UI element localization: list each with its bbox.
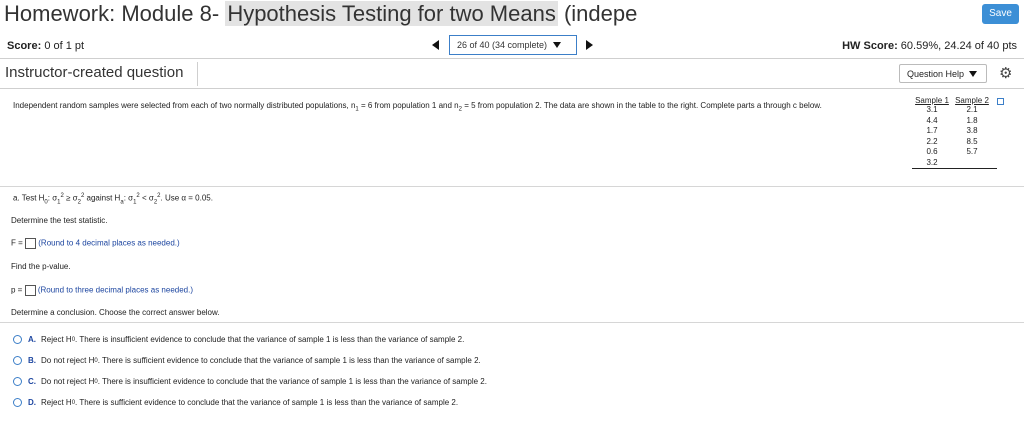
option-text: . There is insufficient evidence to conc… [75,335,465,344]
f-input[interactable] [25,238,37,249]
table-row: 2.2 8.5 [912,137,997,148]
table-row: 3.1 2.1 [912,105,997,116]
subscript: 2 [77,199,81,206]
math-text: ≥ σ [63,193,78,203]
table-row: 1.7 3.8 [912,126,997,137]
question-select-label: 26 of 40 (34 complete) [457,40,548,50]
radio-button[interactable] [13,356,22,365]
question-help-button[interactable]: Question Help [899,64,987,83]
radio-button[interactable] [13,398,22,407]
math-text: against H [84,193,121,203]
score-value: 0 of 1 pt [44,40,85,52]
math-text: < σ [139,193,154,203]
previous-question-icon[interactable] [432,40,439,50]
option-b[interactable]: B. Do not reject H0. There is sufficient… [13,356,481,365]
problem-statement: Independent random samples were selected… [13,97,883,119]
table-cell: 3.1 [926,105,938,114]
table-cell [952,158,992,169]
page-title: Homework: Module 8- Hypothesis Testing f… [4,1,637,27]
intro-text: = 6 from population 1 and n [358,101,459,110]
table-cell: 2.2 [926,136,938,146]
intro-text: Independent random samples were selected… [13,101,356,110]
option-c[interactable]: C. Do not reject H0. There is insufficie… [13,377,487,386]
table-cell: 2.1 [966,105,978,114]
subscript: 1 [133,199,137,206]
chevron-down-icon [969,70,978,77]
option-letter: B. [28,356,36,365]
p-label: p = [11,285,23,295]
option-letter: C. [28,377,36,386]
math-text: . Use α = 0.05. [160,193,213,203]
divider [197,62,198,86]
title-highlight: Hypothesis Testing for two Means [225,1,558,26]
question-navigator: 26 of 40 (34 complete) [432,34,593,56]
question-select[interactable]: 26 of 40 (34 complete) [449,35,577,55]
test-statistic-prompt: Determine the test statistic. [11,216,108,225]
column-header: Sample 2 [955,96,989,105]
subscript: 1 [57,199,61,206]
p-value-prompt: Find the p-value. [11,262,71,271]
next-question-icon[interactable] [586,40,593,50]
question-type: Instructor-created question [5,64,184,81]
option-a[interactable]: A. Reject H0. There is insufficient evid… [13,335,464,344]
radio-button[interactable] [13,335,22,344]
math-text: a. Test H [13,193,45,203]
intro-text: = 5 from population 2. The data are show… [461,101,822,110]
table-cell: 5.7 [966,147,978,156]
radio-button[interactable] [13,377,22,386]
save-button[interactable]: Save [982,4,1019,24]
table-header: Sample 1 Sample 2 [912,96,997,105]
divider [0,186,1024,187]
divider [0,58,1024,59]
subscript: 2 [153,199,158,206]
option-text: Do not reject H [41,377,95,386]
math-text: : σ [123,193,134,203]
option-text: Do not reject H [41,356,95,365]
column-header: Sample 1 [915,96,949,105]
table-cell: 3.2 [926,157,938,167]
f-label: F = [11,238,23,248]
title-suffix: (indepe [557,1,638,26]
copy-icon[interactable] [997,98,1004,105]
table-cell: 1.7 [926,126,938,135]
f-hint: (Round to 4 decimal places as needed.) [38,238,180,248]
table-row: 0.6 5.7 [912,147,997,158]
math-text: : σ [47,193,58,203]
table-cell: 4.4 [926,115,938,125]
question-help-label: Question Help [907,68,965,79]
table-cell: 0.6 [926,147,938,156]
option-letter: A. [28,335,36,344]
divider [0,322,1024,323]
p-row: p = (Round to three decimal places as ne… [11,285,193,296]
hw-score: HW Score: 60.59%, 24.24 of 40 pts [842,40,1017,52]
p-input[interactable] [24,285,36,296]
table-row: 4.4 1.8 [912,116,997,127]
data-table: Sample 1 Sample 2 3.1 2.1 4.4 1.8 1.7 3.8 2… [912,96,1004,169]
table-cell: 8.5 [966,136,978,146]
table-body: 3.1 2.1 4.4 1.8 1.7 3.8 2.2 8.5 0.6 5.7 3.2 [912,105,997,169]
table-row: 3.2 [912,158,997,169]
part-a-prompt: a. Test H0: σ12 ≥ σ22 against Ha: σ12 < … [13,193,213,205]
divider [0,88,1024,89]
p-hint: (Round to three decimal places as needed… [37,285,194,295]
option-text: . There is sufficient evidence to conclu… [75,398,459,407]
title-prefix: Homework: Module 8- [4,1,226,26]
f-row: F = (Round to 4 decimal places as needed… [11,238,180,249]
table-cell: 1.8 [966,115,978,125]
gear-icon[interactable]: ⚙ [999,64,1012,82]
hw-score-label: HW Score: [842,40,898,52]
option-text: . There is insufficient evidence to conc… [97,377,487,386]
conclusion-prompt: Determine a conclusion. Choose the corre… [11,308,220,317]
option-text: . There is sufficient evidence to conclu… [97,356,481,365]
chevron-down-icon [553,42,562,48]
score-label: Score: [7,40,42,52]
table-cell: 3.8 [966,126,978,135]
score: Score: 0 of 1 pt [7,40,84,52]
option-d[interactable]: D. Reject H0. There is sufficient eviden… [13,398,458,407]
option-text: Reject H [41,335,72,344]
option-letter: D. [28,398,36,407]
hw-score-value: 60.59%, 24.24 of 40 pts [900,40,1017,52]
option-text: Reject H [41,398,72,407]
